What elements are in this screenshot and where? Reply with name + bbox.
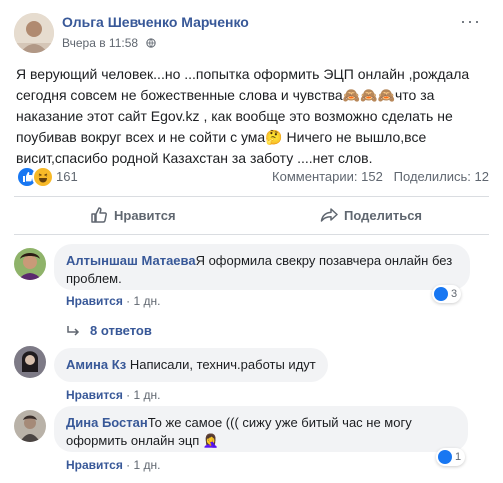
comment-meta: Нравится · 1 дн.	[66, 458, 161, 472]
comment-bubble: Дина БостанТо же самое ((( сижу уже биты…	[54, 406, 468, 452]
post-text: Я верующий человек...но ...попытка оформ…	[16, 64, 496, 169]
commenter-name[interactable]: Алтыншаш Матаева	[66, 253, 196, 268]
comment-meta: Нравится · 1 дн.	[66, 388, 161, 402]
divider	[14, 234, 489, 235]
post-timestamp[interactable]: Вчера в 11:58	[62, 36, 138, 50]
globe-icon	[146, 38, 156, 48]
comment-bubble: Амина Кз Написали, технич.работы идут	[54, 348, 328, 382]
like-button[interactable]: Нравится	[90, 198, 176, 232]
post-text-line: сегодня совсем не божественные слова и ч…	[16, 87, 435, 103]
comment-like-link[interactable]: Нравится	[66, 294, 123, 308]
post-text-line: Я верующий человек...но ...попытка оформ…	[16, 66, 470, 82]
comments-count-link[interactable]: Комментарии: 152	[272, 169, 383, 184]
post-text-line: висит,спасибо родной Казахстан за заботу…	[16, 150, 373, 166]
author-avatar[interactable]	[14, 13, 54, 53]
view-replies-link[interactable]: 8 ответов	[66, 323, 152, 338]
post-actions: Нравится Поделиться	[14, 198, 489, 232]
thumbs-up-icon	[91, 207, 107, 223]
like-button-label: Нравится	[114, 207, 176, 223]
post-stats: Комментарии: 152 Поделились: 12	[272, 169, 489, 184]
comment-like-link[interactable]: Нравится	[66, 388, 123, 402]
reply-arrow-icon	[67, 325, 80, 336]
commenter-avatar[interactable]	[14, 346, 46, 378]
share-button[interactable]: Поделиться	[320, 198, 422, 232]
post-time-text[interactable]: Вчера в 11:58	[62, 36, 138, 50]
post-text-line: поубивав вокруг всех и не сойти с ума🤔 Н…	[16, 129, 427, 145]
like-reaction-icon	[434, 287, 448, 301]
comment-meta: Нравится · 1 дн.	[66, 294, 161, 308]
like-reaction-icon	[438, 450, 452, 464]
commenter-name[interactable]: Дина Бостан	[66, 415, 148, 430]
comment-text: Написали, технич.работы идут	[129, 357, 316, 372]
divider	[14, 196, 489, 197]
comment-bubble: Алтыншаш МатаеваЯ оформила свекру позавч…	[54, 244, 470, 290]
replies-count: 8 ответов	[90, 323, 152, 338]
commenter-name[interactable]: Амина Кз	[66, 357, 126, 372]
comment-reaction-count: 1	[455, 451, 462, 463]
reaction-count: 161	[56, 169, 78, 184]
share-button-label: Поделиться	[344, 207, 423, 223]
haha-reaction-icon	[32, 166, 54, 188]
comment-age[interactable]: 1 дн.	[134, 294, 161, 308]
comment-age[interactable]: 1 дн.	[134, 388, 161, 402]
facebook-post: Ольга Шевченко Марченко Вчера в 11:58 ··…	[0, 0, 503, 483]
comment-reactions[interactable]: 1	[436, 448, 466, 466]
commenter-avatar[interactable]	[14, 248, 46, 280]
share-arrow-icon	[320, 208, 338, 222]
comment-reaction-count: 3	[451, 288, 458, 300]
comment-reactions[interactable]: 3	[432, 285, 462, 303]
post-text-line: наказание этот сайт Egov.kz , как вообще…	[16, 108, 453, 124]
comment-age[interactable]: 1 дн.	[134, 458, 161, 472]
shares-count-link[interactable]: Поделились: 12	[394, 169, 489, 184]
post-author-name[interactable]: Ольга Шевченко Марченко	[62, 14, 249, 30]
ellipsis-icon[interactable]: ···	[460, 12, 481, 30]
commenter-avatar[interactable]	[14, 410, 46, 442]
comment-like-link[interactable]: Нравится	[66, 458, 123, 472]
